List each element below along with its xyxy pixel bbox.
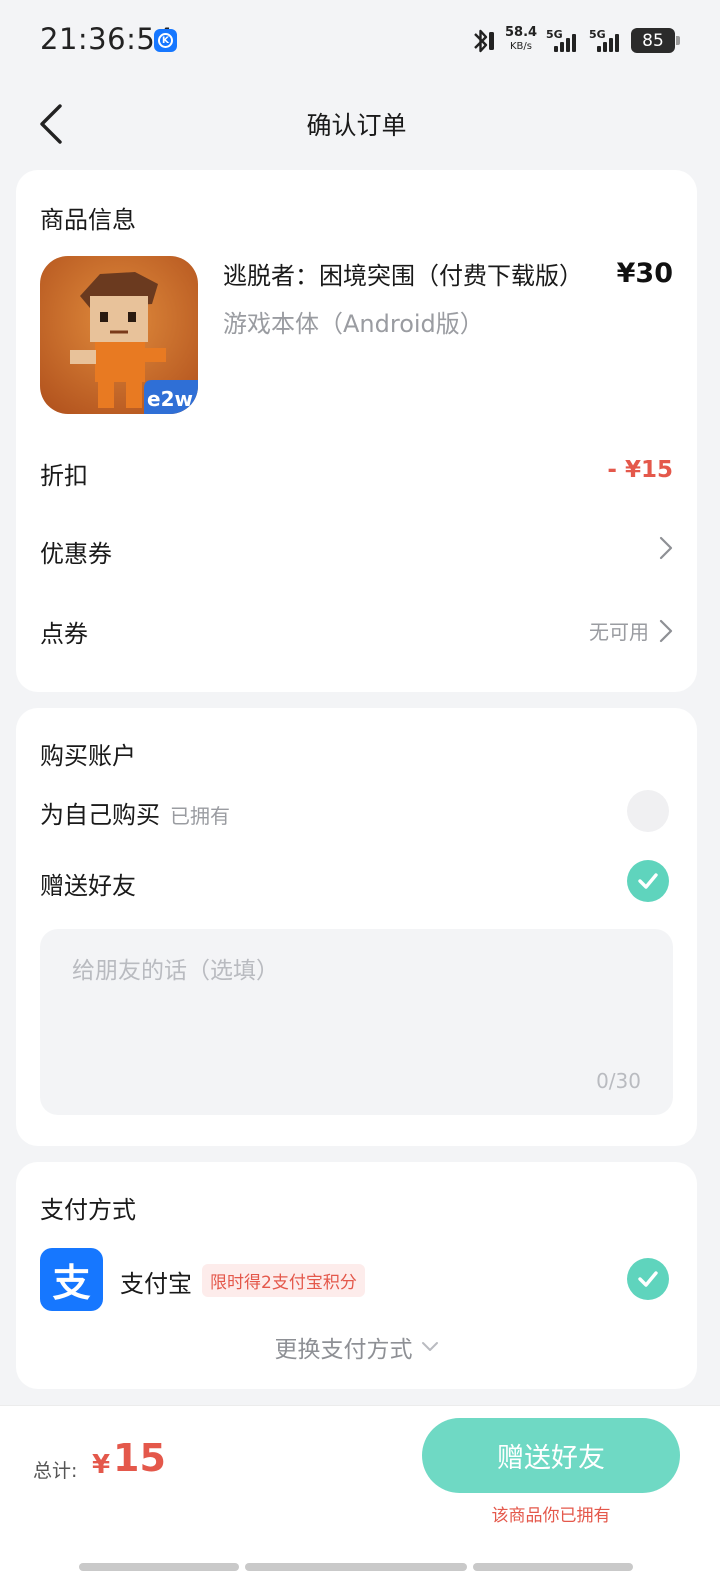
friend-message-input[interactable]: 给朋友的话（选填） 0/30: [40, 929, 673, 1115]
app-notification-icon: K: [154, 29, 177, 52]
bluetooth-icon: [474, 29, 494, 53]
payment-method-name: 支付宝: [120, 1270, 192, 1298]
chevron-right-icon: [659, 619, 673, 642]
nav-gesture-bar: [79, 1563, 239, 1571]
gift-friend-option[interactable]: 赠送好友: [16, 854, 697, 910]
owned-tag: 已拥有: [170, 804, 230, 828]
battery-indicator: 85: [631, 28, 680, 53]
message-char-count: 0/30: [596, 1069, 641, 1093]
discount-label: 折扣: [40, 462, 88, 490]
section-title-payment: 支付方式: [40, 1196, 136, 1224]
total-amount: 15: [113, 1436, 166, 1480]
signal-sim2-icon: 5G: [589, 28, 627, 54]
game-icon: e2w: [40, 256, 198, 414]
page-title: 确认订单: [306, 111, 407, 140]
message-placeholder: 给朋友的话（选填）: [72, 958, 279, 984]
nav-gesture-bar: [245, 1563, 467, 1571]
signal-sim1-icon: 5G: [546, 28, 584, 54]
network-speed: 58.4 KB/s: [505, 25, 538, 53]
product-info-card: 商品信息 e2w 逃脱者：困境突围（付费下载版） 游戏本体（Android版） …: [16, 170, 697, 692]
chevron-down-icon: [421, 1342, 438, 1351]
alipay-promo-badge: 限时得2支付宝积分: [202, 1264, 365, 1297]
discount-value: - ¥15: [607, 457, 673, 483]
gift-friend-submit-button[interactable]: 赠送好友: [422, 1418, 680, 1493]
product-price: ¥30: [616, 258, 673, 289]
points-value: 无可用: [589, 620, 649, 644]
svg-text:e2w: e2w: [147, 387, 193, 411]
total-label: 总计:: [33, 1460, 78, 1482]
back-arrow-icon[interactable]: [30, 100, 74, 148]
product-name: 逃脱者：困境突围（付费下载版）: [223, 262, 583, 290]
checkout-bar: 总计: ¥ 15 赠送好友 该商品你已拥有: [0, 1405, 720, 1584]
gift-friend-label: 赠送好友: [40, 872, 136, 900]
alipay-radio-checked[interactable]: [627, 1258, 669, 1300]
total-currency: ¥: [92, 1450, 111, 1480]
points-row[interactable]: 点券 无可用: [16, 596, 697, 662]
already-owned-note: 该商品你已拥有: [491, 1506, 611, 1526]
check-icon: [638, 1271, 658, 1287]
check-icon: [638, 873, 658, 889]
buy-for-self-option[interactable]: 为自己购买 已拥有: [16, 784, 697, 840]
buy-for-self-label: 为自己购买: [40, 801, 160, 829]
change-payment-label: 更换支付方式: [274, 1337, 413, 1363]
points-label: 点券: [40, 620, 88, 648]
purchase-account-card: 购买账户 为自己购买 已拥有 赠送好友 给朋友的话（选填） 0/30: [16, 708, 697, 1146]
change-payment-button[interactable]: 更换支付方式: [16, 1330, 697, 1364]
product-edition: 游戏本体（Android版）: [223, 310, 484, 338]
payment-method-card: 支付方式 支 支付宝 限时得2支付宝积分 更换支付方式: [16, 1162, 697, 1389]
self-radio[interactable]: [627, 790, 669, 832]
coupon-row[interactable]: 优惠券: [16, 516, 697, 582]
alipay-icon: 支: [40, 1248, 103, 1311]
chevron-right-icon: [659, 536, 673, 560]
coupon-label: 优惠券: [40, 540, 112, 568]
section-title-product: 商品信息: [40, 206, 136, 234]
nav-gesture-bar: [473, 1563, 633, 1571]
gift-radio-checked[interactable]: [627, 860, 669, 902]
section-title-account: 购买账户: [40, 742, 136, 770]
